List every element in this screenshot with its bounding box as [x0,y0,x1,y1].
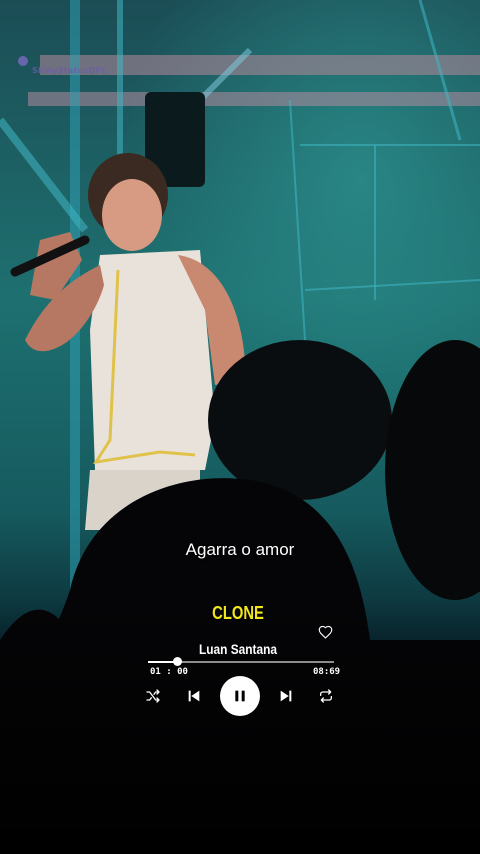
shuffle-button[interactable] [145,688,161,704]
heart-outline-icon[interactable] [318,625,333,639]
skip-next-icon [280,690,292,702]
progress-bar[interactable] [148,657,334,666]
shuffle-icon [146,689,160,703]
next-button[interactable] [278,688,294,704]
repeat-button[interactable] [318,688,334,704]
progress-thumb[interactable] [172,657,182,666]
time-total: 08:69 [313,667,341,677]
video-frame: SkinyStatusOFC [0,0,480,854]
previous-button[interactable] [186,688,202,704]
time-elapsed: 01 : 00 [150,667,188,677]
concert-photo [0,0,480,854]
song-title: CLONE [212,603,264,623]
artist-name: Luan Santana [198,641,278,657]
lyric-line: Agarra o amor [185,540,295,559]
watermark-text: SkinyStatusOFC [32,66,107,75]
repeat-icon [320,689,332,703]
pause-icon [235,690,245,702]
watermark-logo [18,56,28,66]
skip-previous-icon [188,690,200,702]
play-pause-button[interactable] [220,676,260,716]
